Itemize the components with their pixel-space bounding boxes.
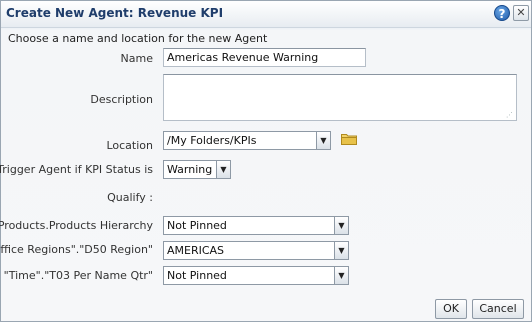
help-icon[interactable]: ? <box>494 5 510 21</box>
chevron-down-icon[interactable]: ▼ <box>334 217 348 234</box>
qualifier-select-region[interactable]: AMERICAS ▼ <box>163 241 349 260</box>
chevron-down-icon[interactable]: ▼ <box>216 161 230 178</box>
qualifier-label-time: "Time"."T03 Per Name Qtr" <box>3 269 153 282</box>
trigger-status-value: Warning <box>167 163 213 176</box>
location-select[interactable]: /My Folders/KPIs ▼ <box>163 131 331 150</box>
qualifier-select-products[interactable]: Not Pinned ▼ <box>163 216 349 235</box>
chevron-down-icon[interactable]: ▼ <box>334 242 348 259</box>
location-value: /My Folders/KPIs <box>167 134 257 147</box>
qualifier-label-products: Products.Products Hierarchy <box>0 219 153 232</box>
chevron-down-icon[interactable]: ▼ <box>316 132 330 149</box>
qualifier-value-time: Not Pinned <box>167 269 227 282</box>
close-icon[interactable]: ✕ <box>513 5 529 21</box>
description-textarea[interactable] <box>163 74 517 121</box>
qualifier-select-time[interactable]: Not Pinned ▼ <box>163 266 349 285</box>
chevron-down-icon[interactable]: ▼ <box>334 267 348 284</box>
name-label: Name <box>120 52 153 65</box>
dialog-title: Create New Agent: Revenue KPI <box>6 6 224 20</box>
qualifier-label-region: "Office Regions"."D50 Region" <box>0 243 153 256</box>
folder-icon[interactable] <box>341 133 357 145</box>
location-label: Location <box>106 139 153 152</box>
ok-button[interactable]: OK <box>435 299 467 319</box>
dialog-titlebar: Create New Agent: Revenue KPI ? ✕ <box>1 1 531 28</box>
dialog-subtitle: Choose a name and location for the new A… <box>8 32 268 45</box>
resize-grip-icon[interactable]: ⋰ <box>505 111 513 119</box>
trigger-label: Trigger Agent if KPI Status is <box>0 163 153 176</box>
create-agent-dialog: Create New Agent: Revenue KPI ? ✕ Choose… <box>0 0 532 322</box>
name-input[interactable] <box>163 48 366 67</box>
trigger-status-select[interactable]: Warning ▼ <box>163 160 231 179</box>
description-label: Description <box>90 93 153 106</box>
qualify-label: Qualify : <box>107 191 153 204</box>
qualifier-value-region: AMERICAS <box>167 244 225 257</box>
cancel-button[interactable]: Cancel <box>472 299 524 319</box>
qualifier-value-products: Not Pinned <box>167 219 227 232</box>
